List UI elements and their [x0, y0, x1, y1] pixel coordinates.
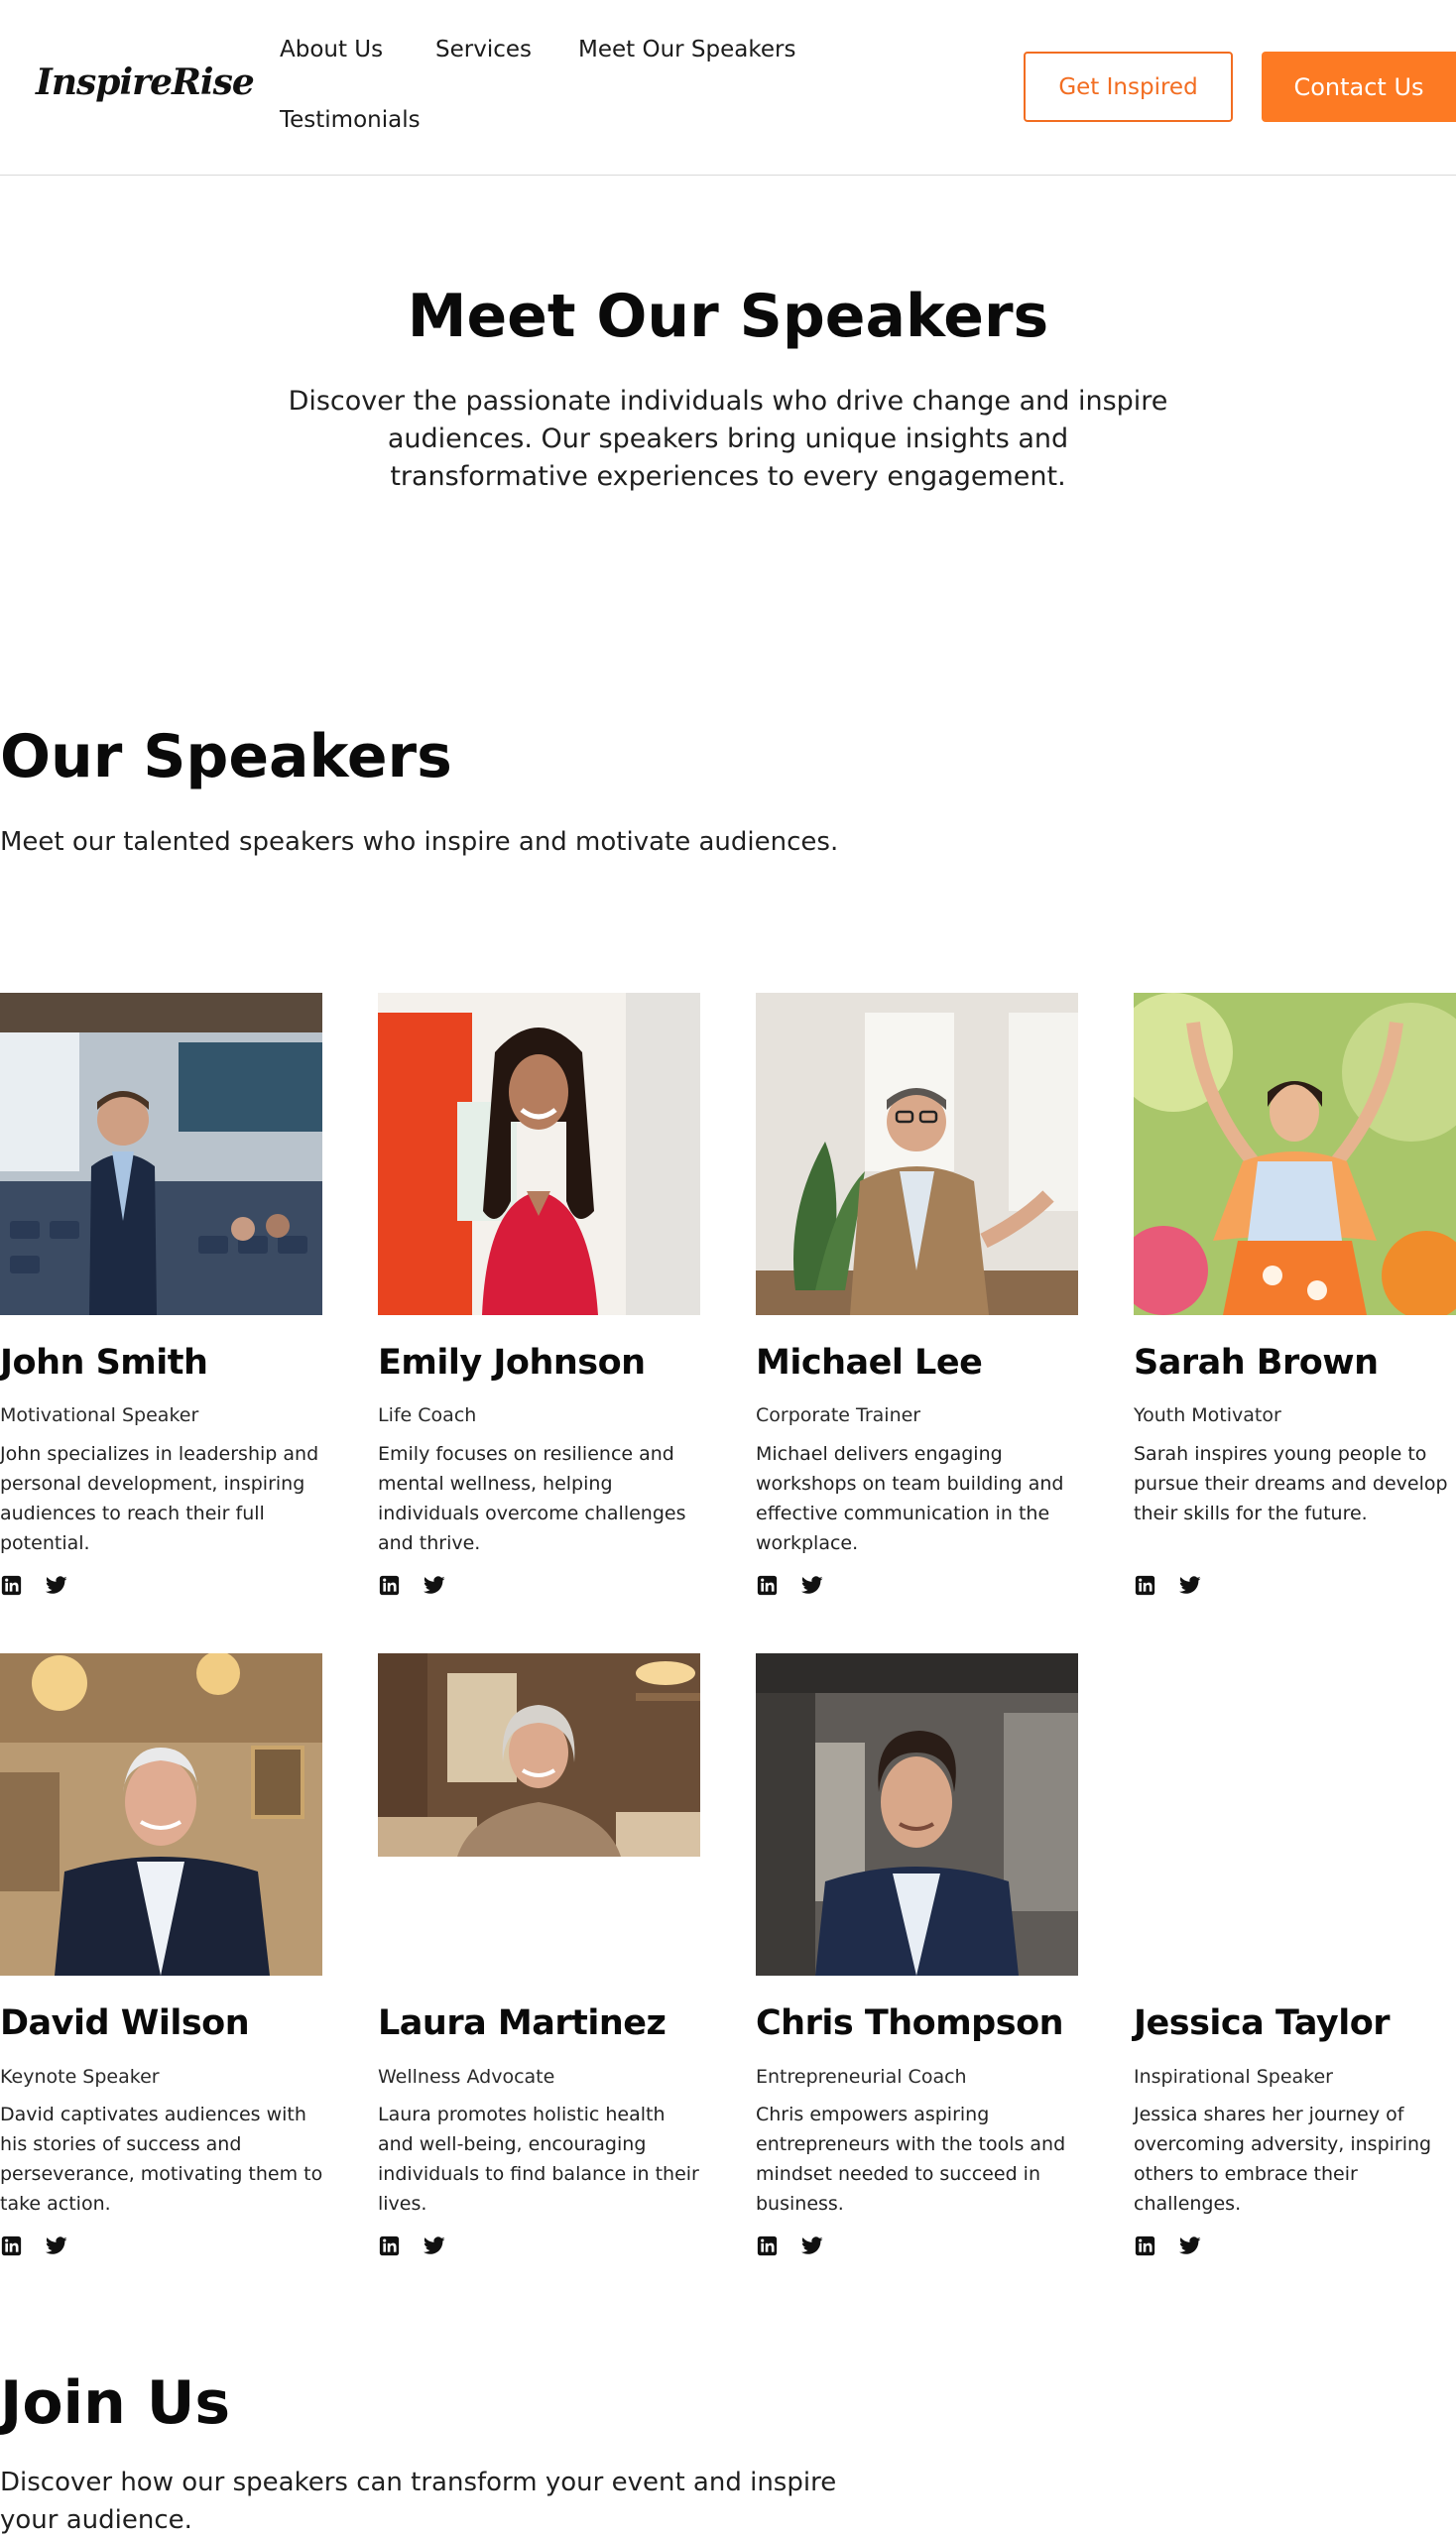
twitter-icon[interactable]: [423, 2235, 445, 2257]
speaker-name: Jessica Taylor: [1134, 2003, 1391, 2043]
speaker-role: Youth Motivator: [1134, 1404, 1281, 1426]
speaker-socials: [1134, 2235, 1201, 2257]
speaker-role: Motivational Speaker: [0, 1404, 199, 1426]
speaker-photo: [378, 993, 700, 1315]
nav-testimonials[interactable]: Testimonials: [280, 107, 421, 133]
hero-title: Meet Our Speakers: [407, 282, 1049, 351]
speaker-bio: John specializes in leadership and perso…: [0, 1443, 319, 1554]
speaker-role: Corporate Trainer: [756, 1404, 921, 1426]
twitter-icon[interactable]: [800, 1574, 823, 1597]
twitter-icon[interactable]: [423, 1574, 445, 1597]
speaker-photo: [756, 1653, 1078, 1976]
speaker-photo: [0, 1653, 322, 1976]
speaker-role: Entrepreneurial Coach: [756, 2066, 967, 2088]
speaker-photo: [378, 1653, 700, 1857]
speaker-name: Michael Lee: [756, 1343, 983, 1383]
nav-about-us[interactable]: About Us: [280, 37, 383, 62]
speaker-name: Emily Johnson: [378, 1343, 646, 1383]
speaker-role: Keynote Speaker: [0, 2066, 160, 2088]
speaker-name: Laura Martinez: [378, 2003, 667, 2043]
speaker-bio: Emily focuses on resilience and mental w…: [378, 1443, 686, 1554]
twitter-icon[interactable]: [45, 2235, 67, 2257]
contact-us-button[interactable]: Contact Us: [1262, 52, 1456, 122]
linkedin-icon[interactable]: [756, 1574, 779, 1597]
speaker-socials: [1134, 1574, 1201, 1597]
nav-services[interactable]: Services: [435, 37, 532, 62]
site-header: InspireRise About Us Services Meet Our S…: [0, 0, 1456, 176]
speaker-name: David Wilson: [0, 2003, 250, 2043]
linkedin-icon[interactable]: [1134, 2235, 1156, 2257]
twitter-icon[interactable]: [800, 2235, 823, 2257]
twitter-icon[interactable]: [1178, 1574, 1201, 1597]
linkedin-icon[interactable]: [1134, 1574, 1156, 1597]
logo[interactable]: InspireRise: [36, 61, 255, 103]
linkedin-icon[interactable]: [378, 2235, 401, 2257]
speaker-socials: [756, 1574, 823, 1597]
linkedin-icon[interactable]: [378, 1574, 401, 1597]
speaker-role: Wellness Advocate: [378, 2066, 555, 2088]
speaker-socials: [0, 1574, 67, 1597]
twitter-icon[interactable]: [1178, 2235, 1201, 2257]
speaker-bio: Michael delivers engaging workshops on t…: [756, 1443, 1064, 1554]
speaker-bio: Chris empowers aspiring entrepreneurs wi…: [756, 2104, 1066, 2215]
get-inspired-button[interactable]: Get Inspired: [1024, 52, 1233, 122]
speaker-name: John Smith: [0, 1343, 208, 1383]
speaker-socials: [378, 1574, 445, 1597]
speaker-bio: Sarah inspires young people to pursue th…: [1134, 1443, 1448, 1524]
speakers-section-title: Our Speakers: [0, 722, 452, 791]
speaker-photo: [0, 993, 322, 1315]
linkedin-icon[interactable]: [756, 2235, 779, 2257]
speakers-section-subtitle: Meet our talented speakers who inspire a…: [0, 827, 839, 857]
speaker-role: Life Coach: [378, 1404, 477, 1426]
linkedin-icon[interactable]: [0, 2235, 23, 2257]
speaker-role: Inspirational Speaker: [1134, 2066, 1333, 2088]
join-text: Discover how our speakers can transform …: [0, 2468, 837, 2535]
speaker-socials: [378, 2235, 445, 2257]
speaker-photo: [756, 993, 1078, 1315]
speaker-name: Sarah Brown: [1134, 1343, 1379, 1383]
speaker-socials: [0, 2235, 67, 2257]
speaker-bio: Jessica shares her journey of overcoming…: [1134, 2104, 1432, 2215]
nav-meet-our-speakers[interactable]: Meet Our Speakers: [578, 37, 795, 62]
join-title: Join Us: [0, 2368, 231, 2438]
speaker-bio: David captivates audiences with his stor…: [0, 2104, 323, 2215]
twitter-icon[interactable]: [45, 1574, 67, 1597]
speaker-bio: Laura promotes holistic health and well-…: [378, 2104, 699, 2215]
speaker-socials: [756, 2235, 823, 2257]
hero-text: Discover the passionate individuals who …: [288, 386, 1168, 492]
speaker-name: Chris Thompson: [756, 2003, 1064, 2043]
linkedin-icon[interactable]: [0, 1574, 23, 1597]
speaker-photo: [1134, 993, 1456, 1315]
